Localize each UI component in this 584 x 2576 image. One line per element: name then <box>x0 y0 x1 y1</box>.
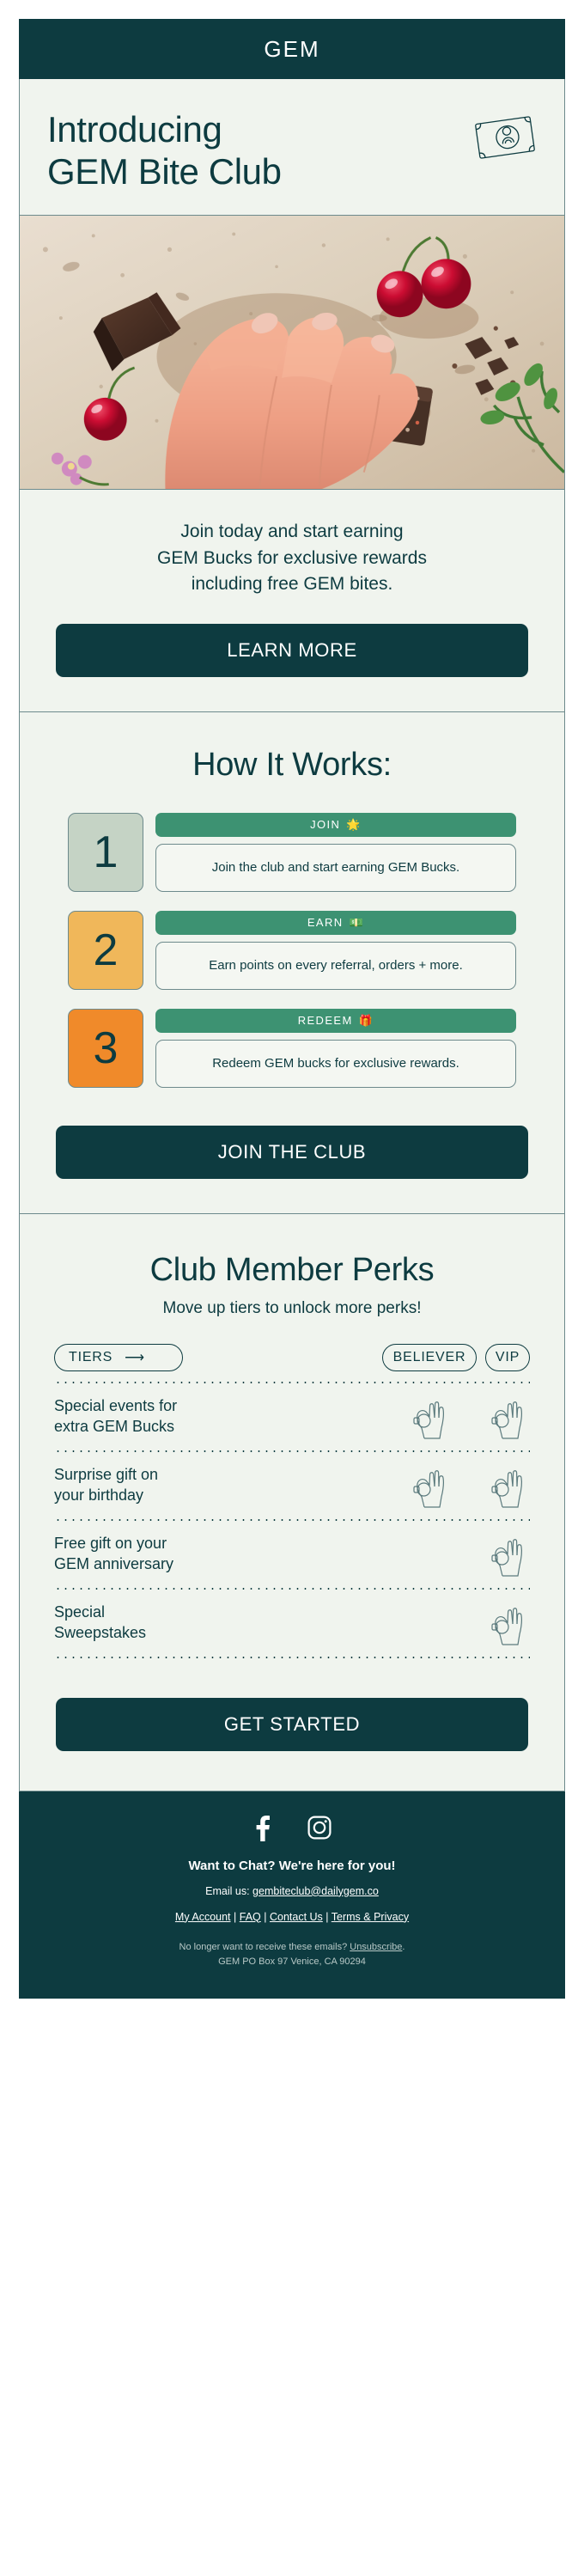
learn-more-button[interactable]: LEARN MORE <box>56 623 528 677</box>
step-description: Redeem GEM bucks for exclusive rewards. <box>155 1039 516 1088</box>
perk-believer-cell <box>382 1462 477 1509</box>
step-tag-label: EARN <box>307 916 344 930</box>
footer-email-link[interactable]: gembiteclub@dailygem.co <box>252 1885 379 1897</box>
how-it-works-title: How It Works: <box>192 746 392 783</box>
hero-title-line-2: GEM Bite Club <box>47 151 282 192</box>
link-sep: | <box>260 1910 270 1923</box>
ok-hand-icon <box>491 1401 522 1439</box>
footer-link-faq[interactable]: FAQ <box>240 1911 261 1923</box>
get-started-button-wrap: GET STARTED <box>20 1658 564 1791</box>
perk-vip-cell <box>485 1462 530 1509</box>
unsubscribe-link[interactable]: Unsubscribe <box>350 1942 402 1952</box>
step-content: REDEEM 🎁 Redeem GEM bucks for exclusive … <box>155 1008 516 1088</box>
tiers-table: TIERS ⟶ BELIEVER VIP Special events for … <box>20 1343 564 1658</box>
hero-body-line-2: GEM Bucks for exclusive rewards <box>157 547 427 568</box>
page-title: Introducing GEM Bite Club <box>47 108 282 192</box>
table-row: Special Sweepstakes <box>54 1590 530 1657</box>
footer-link-my-account[interactable]: My Account <box>175 1911 231 1923</box>
email-footer: Want to Chat? We're here for you! Email … <box>19 1791 565 1999</box>
gift-emoji-icon: 🎁 <box>358 1013 374 1027</box>
footer-heading: Want to Chat? We're here for you! <box>188 1858 396 1873</box>
hero-body-copy: Join today and start earning GEM Bucks f… <box>20 490 564 597</box>
perk-label: Special Sweepstakes <box>54 1603 147 1641</box>
step-number-badge: 1 <box>68 812 143 892</box>
footer-email-prefix: Email us: <box>205 1884 253 1897</box>
step-content: JOIN 🌟 Join the club and start earning G… <box>155 812 516 892</box>
step-item: 2 EARN 💵 Earn points on every referral, … <box>68 910 516 990</box>
banknote-icon <box>473 113 537 166</box>
hero-body-line-3: including free GEM bites. <box>191 574 393 595</box>
unsubscribe-suffix: . <box>402 1941 405 1952</box>
learn-more-button-wrap: LEARN MORE <box>20 598 564 711</box>
footer-link-contact-us[interactable]: Contact Us <box>270 1911 323 1923</box>
link-sep: | <box>322 1910 332 1923</box>
ok-hand-icon <box>491 1469 522 1508</box>
email-header-bar: GEM <box>19 19 565 79</box>
perks-subtitle: Move up tiers to unlock more perks! <box>162 1298 422 1317</box>
social-links <box>45 1815 539 1841</box>
step-description: Earn points on every referral, orders + … <box>155 941 516 990</box>
table-row: Free gift on your GEM anniversary <box>54 1521 530 1588</box>
step-description: Join the club and start earning GEM Buck… <box>155 843 516 892</box>
perk-label: Free gift on your GEM anniversary <box>54 1535 174 1572</box>
step-content: EARN 💵 Earn points on every referral, or… <box>155 910 516 990</box>
how-it-works-steps: 1 JOIN 🌟 Join the club and start earning… <box>20 812 564 1088</box>
tier-column-believer: BELIEVER <box>382 1343 477 1371</box>
hero-section: Introducing GEM Bite Club Join today and… <box>19 79 565 711</box>
join-the-club-button-wrap: JOIN THE CLUB <box>20 1107 564 1213</box>
footer-link-terms-privacy[interactable]: Terms & Privacy <box>332 1911 409 1923</box>
step-tag: REDEEM 🎁 <box>155 1008 516 1033</box>
brand-logo: GEM <box>264 35 320 62</box>
sparkle-emoji-icon: 🌟 <box>346 817 362 831</box>
perk-vip-cell <box>485 1394 530 1440</box>
hero-title-line-1: Introducing <box>47 109 222 150</box>
tiers-label: TIERS <box>69 1349 113 1364</box>
email-body: GEM Introducing GEM Bite Club Join today… <box>0 0 584 2040</box>
money-emoji-icon: 💵 <box>349 915 365 929</box>
link-sep: | <box>230 1910 240 1923</box>
perk-believer-cell <box>382 1394 477 1440</box>
get-started-button[interactable]: GET STARTED <box>56 1697 528 1751</box>
ok-hand-icon <box>491 1538 522 1577</box>
footer-email-line: Email us: gembiteclub@dailygem.co <box>45 1885 539 1897</box>
step-tag-label: JOIN <box>310 818 341 832</box>
footer-fine-print: No longer want to receive these emails? … <box>45 1940 539 1969</box>
step-item: 1 JOIN 🌟 Join the club and start earning… <box>68 812 516 892</box>
step-tag: EARN 💵 <box>155 910 516 935</box>
table-row: Surprise gift on your birthday <box>54 1452 530 1519</box>
tiers-table-header: TIERS ⟶ BELIEVER VIP <box>54 1343 530 1371</box>
step-item: 3 REDEEM 🎁 Redeem GEM bucks for exclusiv… <box>68 1008 516 1088</box>
step-tag: JOIN 🌟 <box>155 812 516 837</box>
hero-photo <box>20 215 564 491</box>
unsubscribe-prefix: No longer want to receive these emails? <box>179 1941 350 1952</box>
ok-hand-icon <box>491 1607 522 1645</box>
club-member-perks-section: Club Member Perks Move up tiers to unloc… <box>19 1213 565 1792</box>
footer-address: GEM PO Box 97 Venice, CA 90294 <box>218 1956 366 1967</box>
tier-column-vip: VIP <box>485 1343 530 1371</box>
how-it-works-section: How It Works: 1 JOIN 🌟 Join the club and… <box>19 711 565 1213</box>
perk-vip-cell <box>485 1600 530 1646</box>
hero-header: Introducing GEM Bite Club <box>20 79 564 215</box>
step-number-badge: 2 <box>68 910 143 990</box>
arrow-right-icon: ⟶ <box>125 1350 145 1365</box>
hero-body-line-1: Join today and start earning <box>180 522 404 542</box>
instagram-icon[interactable] <box>307 1816 332 1841</box>
tiers-header-pill: TIERS ⟶ <box>54 1343 183 1371</box>
footer-links: My Account | FAQ | Contact Us | Terms & … <box>45 1911 539 1923</box>
perks-title: Club Member Perks <box>149 1251 435 1288</box>
step-number-badge: 3 <box>68 1008 143 1088</box>
facebook-icon[interactable] <box>252 1815 271 1841</box>
unsubscribe-line: No longer want to receive these emails? … <box>45 1940 539 1955</box>
ok-hand-icon <box>413 1401 444 1439</box>
perk-label: Surprise gift on your birthday <box>54 1466 159 1504</box>
ok-hand-icon <box>413 1469 444 1508</box>
table-row: Special events for extra GEM Bucks <box>54 1383 530 1450</box>
step-tag-label: REDEEM <box>297 1014 353 1028</box>
perk-vip-cell <box>485 1531 530 1578</box>
perk-label: Special events for extra GEM Bucks <box>54 1397 178 1435</box>
join-the-club-button[interactable]: JOIN THE CLUB <box>56 1125 528 1179</box>
